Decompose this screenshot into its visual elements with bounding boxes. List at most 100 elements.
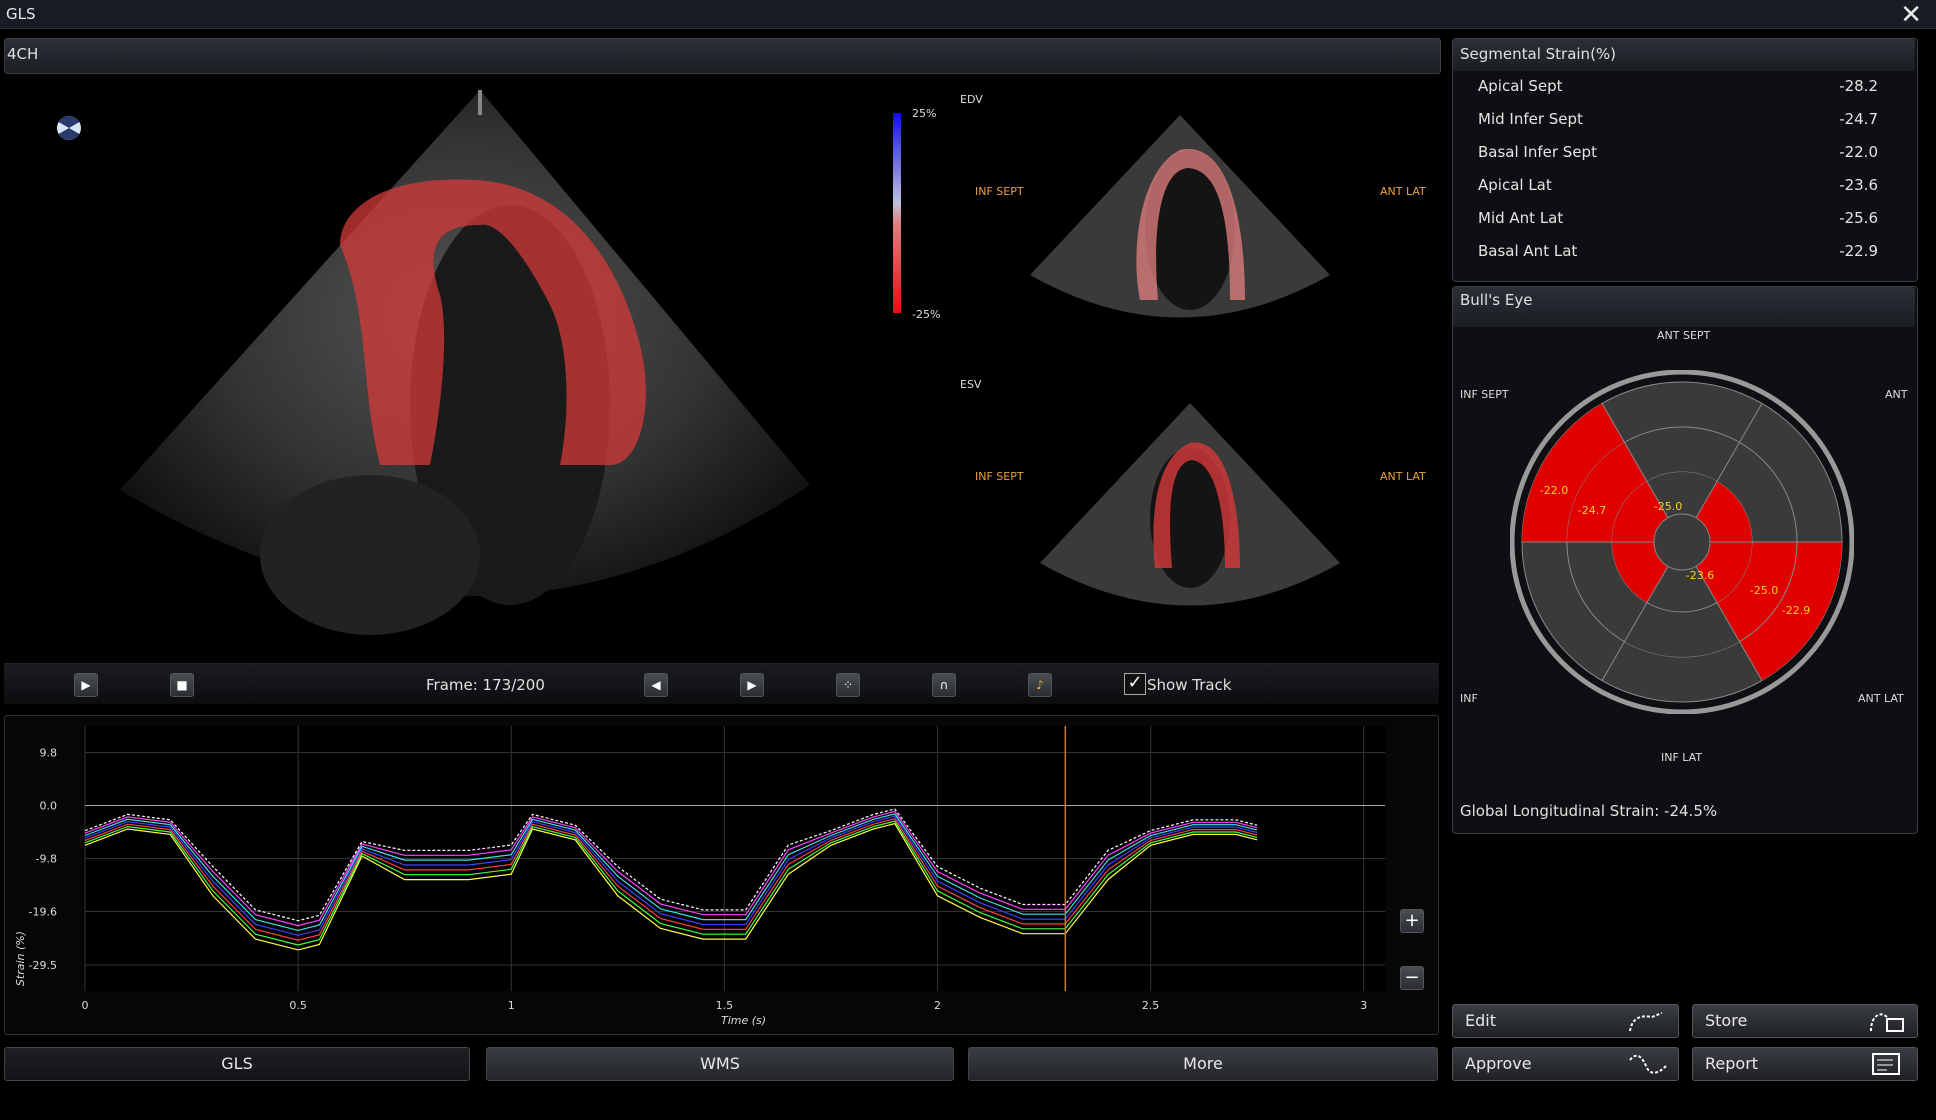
y-tick-label: -9.8: [36, 853, 57, 866]
segment-name: Apical Sept: [1478, 77, 1563, 95]
edit-button[interactable]: Edit: [1452, 1004, 1679, 1038]
bullseye-value: -22.9: [1782, 604, 1810, 617]
segment-value: -25.6: [1839, 209, 1878, 227]
bullseye-value: -25.0: [1750, 584, 1778, 597]
bullseye-value: -24.7: [1578, 504, 1606, 517]
graph-x-label: Time (s): [721, 1014, 767, 1027]
y-tick-label: -19.6: [29, 906, 57, 919]
tab-wms[interactable]: WMS: [486, 1047, 954, 1081]
x-tick-label: 2: [934, 999, 941, 1012]
strain-colorbar: [893, 113, 901, 313]
graph-y-label: Strain (%): [14, 930, 28, 987]
y-tick-label: -29.5: [29, 959, 57, 972]
report-icon: [1872, 1053, 1900, 1075]
window-title: GLS: [6, 5, 36, 23]
trace-points-icon[interactable]: ⁘: [836, 673, 860, 697]
segment-name: Apical Lat: [1478, 176, 1552, 194]
segmental-strain-title: Segmental Strain(%): [1460, 45, 1617, 63]
segmental-strain-panel: Segmental Strain(%) Apical Sept -28.2 Mid…: [1452, 38, 1918, 282]
tab-more[interactable]: More: [968, 1047, 1438, 1081]
frame-counter: Frame: 173/200: [426, 676, 545, 694]
segment-name: Basal Ant Lat: [1478, 242, 1578, 260]
segment-row: Mid Ant Lat -25.6: [1478, 209, 1878, 242]
edit-label: Edit: [1465, 1011, 1496, 1030]
view-header: 4CH: [4, 38, 1441, 74]
zoom-out-button[interactable]: −: [1400, 966, 1424, 990]
y-tick-label: 9.8: [40, 747, 58, 760]
bullseye-panel: Bull's Eye ANT SEPT INF SEPT ANT INF ANT…: [1452, 286, 1918, 834]
report-button[interactable]: Report: [1692, 1047, 1918, 1081]
segment-row: Basal Ant Lat -22.9: [1478, 242, 1878, 275]
x-tick-label: 2.5: [1142, 999, 1160, 1012]
segment-value: -28.2: [1839, 77, 1878, 95]
bullseye-value: -22.0: [1540, 484, 1568, 497]
show-track-label[interactable]: Show Track: [1147, 676, 1232, 694]
segment-row: Basal Infer Sept -22.0: [1478, 143, 1878, 176]
segment-value: -22.9: [1839, 242, 1878, 260]
x-tick-label: 3: [1360, 999, 1367, 1012]
bullseye-label-upper-right: ANT: [1885, 388, 1908, 401]
bullseye-label-bottom: INF LAT: [1661, 751, 1703, 764]
segmental-strain-header: Segmental Strain(%): [1453, 39, 1915, 71]
bullseye-header: Bull's Eye: [1453, 287, 1915, 327]
tab-gls[interactable]: GLS: [4, 1047, 470, 1081]
bullseye-value: -25.0: [1654, 500, 1682, 513]
segment-name: Mid Ant Lat: [1478, 209, 1564, 227]
bullseye-label-top: ANT SEPT: [1657, 329, 1711, 342]
colorbar-bottom-label: -25%: [912, 308, 941, 321]
segment-name: Basal Infer Sept: [1478, 143, 1597, 161]
playback-bar: ▶ ■ Frame: 173/200 ◀ ▶ ⁘ ∩ ♪ ✓ Show Trac…: [4, 663, 1439, 704]
play-button[interactable]: ▶: [74, 673, 98, 697]
esv-left-label: INF SEPT: [975, 470, 1024, 483]
x-tick-label: 1.5: [716, 999, 734, 1012]
approve-curve-icon: [1629, 1054, 1667, 1074]
edv-left-label: INF SEPT: [975, 185, 1024, 198]
store-label: Store: [1705, 1011, 1748, 1030]
title-bar: GLS ✕: [0, 0, 1936, 30]
trace-edit-icon[interactable]: ♪: [1028, 673, 1052, 697]
edv-thumbnail[interactable]: [1030, 110, 1330, 340]
store-button[interactable]: Store: [1692, 1004, 1918, 1038]
x-tick-label: 0.5: [289, 999, 307, 1012]
segment-value: -23.6: [1839, 176, 1878, 194]
segment-value: -22.0: [1839, 143, 1878, 161]
report-label: Report: [1705, 1054, 1759, 1073]
y-tick-label: 0.0: [40, 800, 58, 813]
prev-frame-button[interactable]: ◀: [644, 673, 668, 697]
close-icon[interactable]: ✕: [1900, 0, 1922, 30]
x-tick-label: 0: [82, 999, 89, 1012]
strain-graph-panel: 0 0.5 1 1.5 2 2.5 3 9.8 0.0 -9.8 -19.6 -29.5 Strain…: [4, 715, 1439, 1035]
edv-label: EDV: [960, 93, 983, 106]
segment-row: Apical Sept -28.2: [1478, 77, 1878, 110]
show-track-checkbox[interactable]: ✓: [1124, 673, 1146, 695]
segment-row: Apical Lat -23.6: [1478, 176, 1878, 209]
x-tick-label: 1: [508, 999, 515, 1012]
bullseye-value: -23.6: [1686, 569, 1714, 582]
edv-right-label: ANT LAT: [1380, 185, 1426, 198]
main-echo-image[interactable]: [100, 85, 820, 675]
approve-label: Approve: [1465, 1054, 1532, 1073]
stop-button[interactable]: ■: [170, 673, 194, 697]
bullseye-label-lower-right: ANT LAT: [1858, 692, 1904, 705]
store-icon: [1870, 1013, 1904, 1032]
esv-thumbnail[interactable]: [1040, 398, 1340, 628]
zoom-in-button[interactable]: +: [1400, 909, 1424, 933]
bullseye-title: Bull's Eye: [1460, 291, 1533, 309]
bullseye-label-lower-left: INF: [1460, 692, 1478, 705]
next-frame-button[interactable]: ▶: [740, 673, 764, 697]
segment-name: Mid Infer Sept: [1478, 110, 1583, 128]
bullseye-label-upper-left: INF SEPT: [1460, 388, 1509, 401]
trace-curve-icon[interactable]: ∩: [932, 673, 956, 697]
bullseye-chart[interactable]: -22.0 -24.7 -25.0 -23.6 -25.0 -22.9: [1510, 370, 1854, 714]
edit-curve-icon: [1629, 1012, 1663, 1032]
approve-button[interactable]: Approve: [1452, 1047, 1679, 1081]
probe-orientation-icon: [57, 116, 81, 141]
segment-value: -24.7: [1839, 110, 1878, 128]
colorbar-top-label: 25%: [912, 107, 937, 120]
gls-result: Global Longitudinal Strain: -24.5%: [1460, 802, 1718, 820]
esv-label: ESV: [960, 378, 982, 391]
view-label: 4CH: [7, 45, 39, 63]
segment-row: Mid Infer Sept -24.7: [1478, 110, 1878, 143]
strain-curve-chart[interactable]: 0 0.5 1 1.5 2 2.5 3 9.8 0.0 -9.8 -19.6 -29.5: [5, 716, 1438, 1034]
esv-right-label: ANT LAT: [1380, 470, 1426, 483]
